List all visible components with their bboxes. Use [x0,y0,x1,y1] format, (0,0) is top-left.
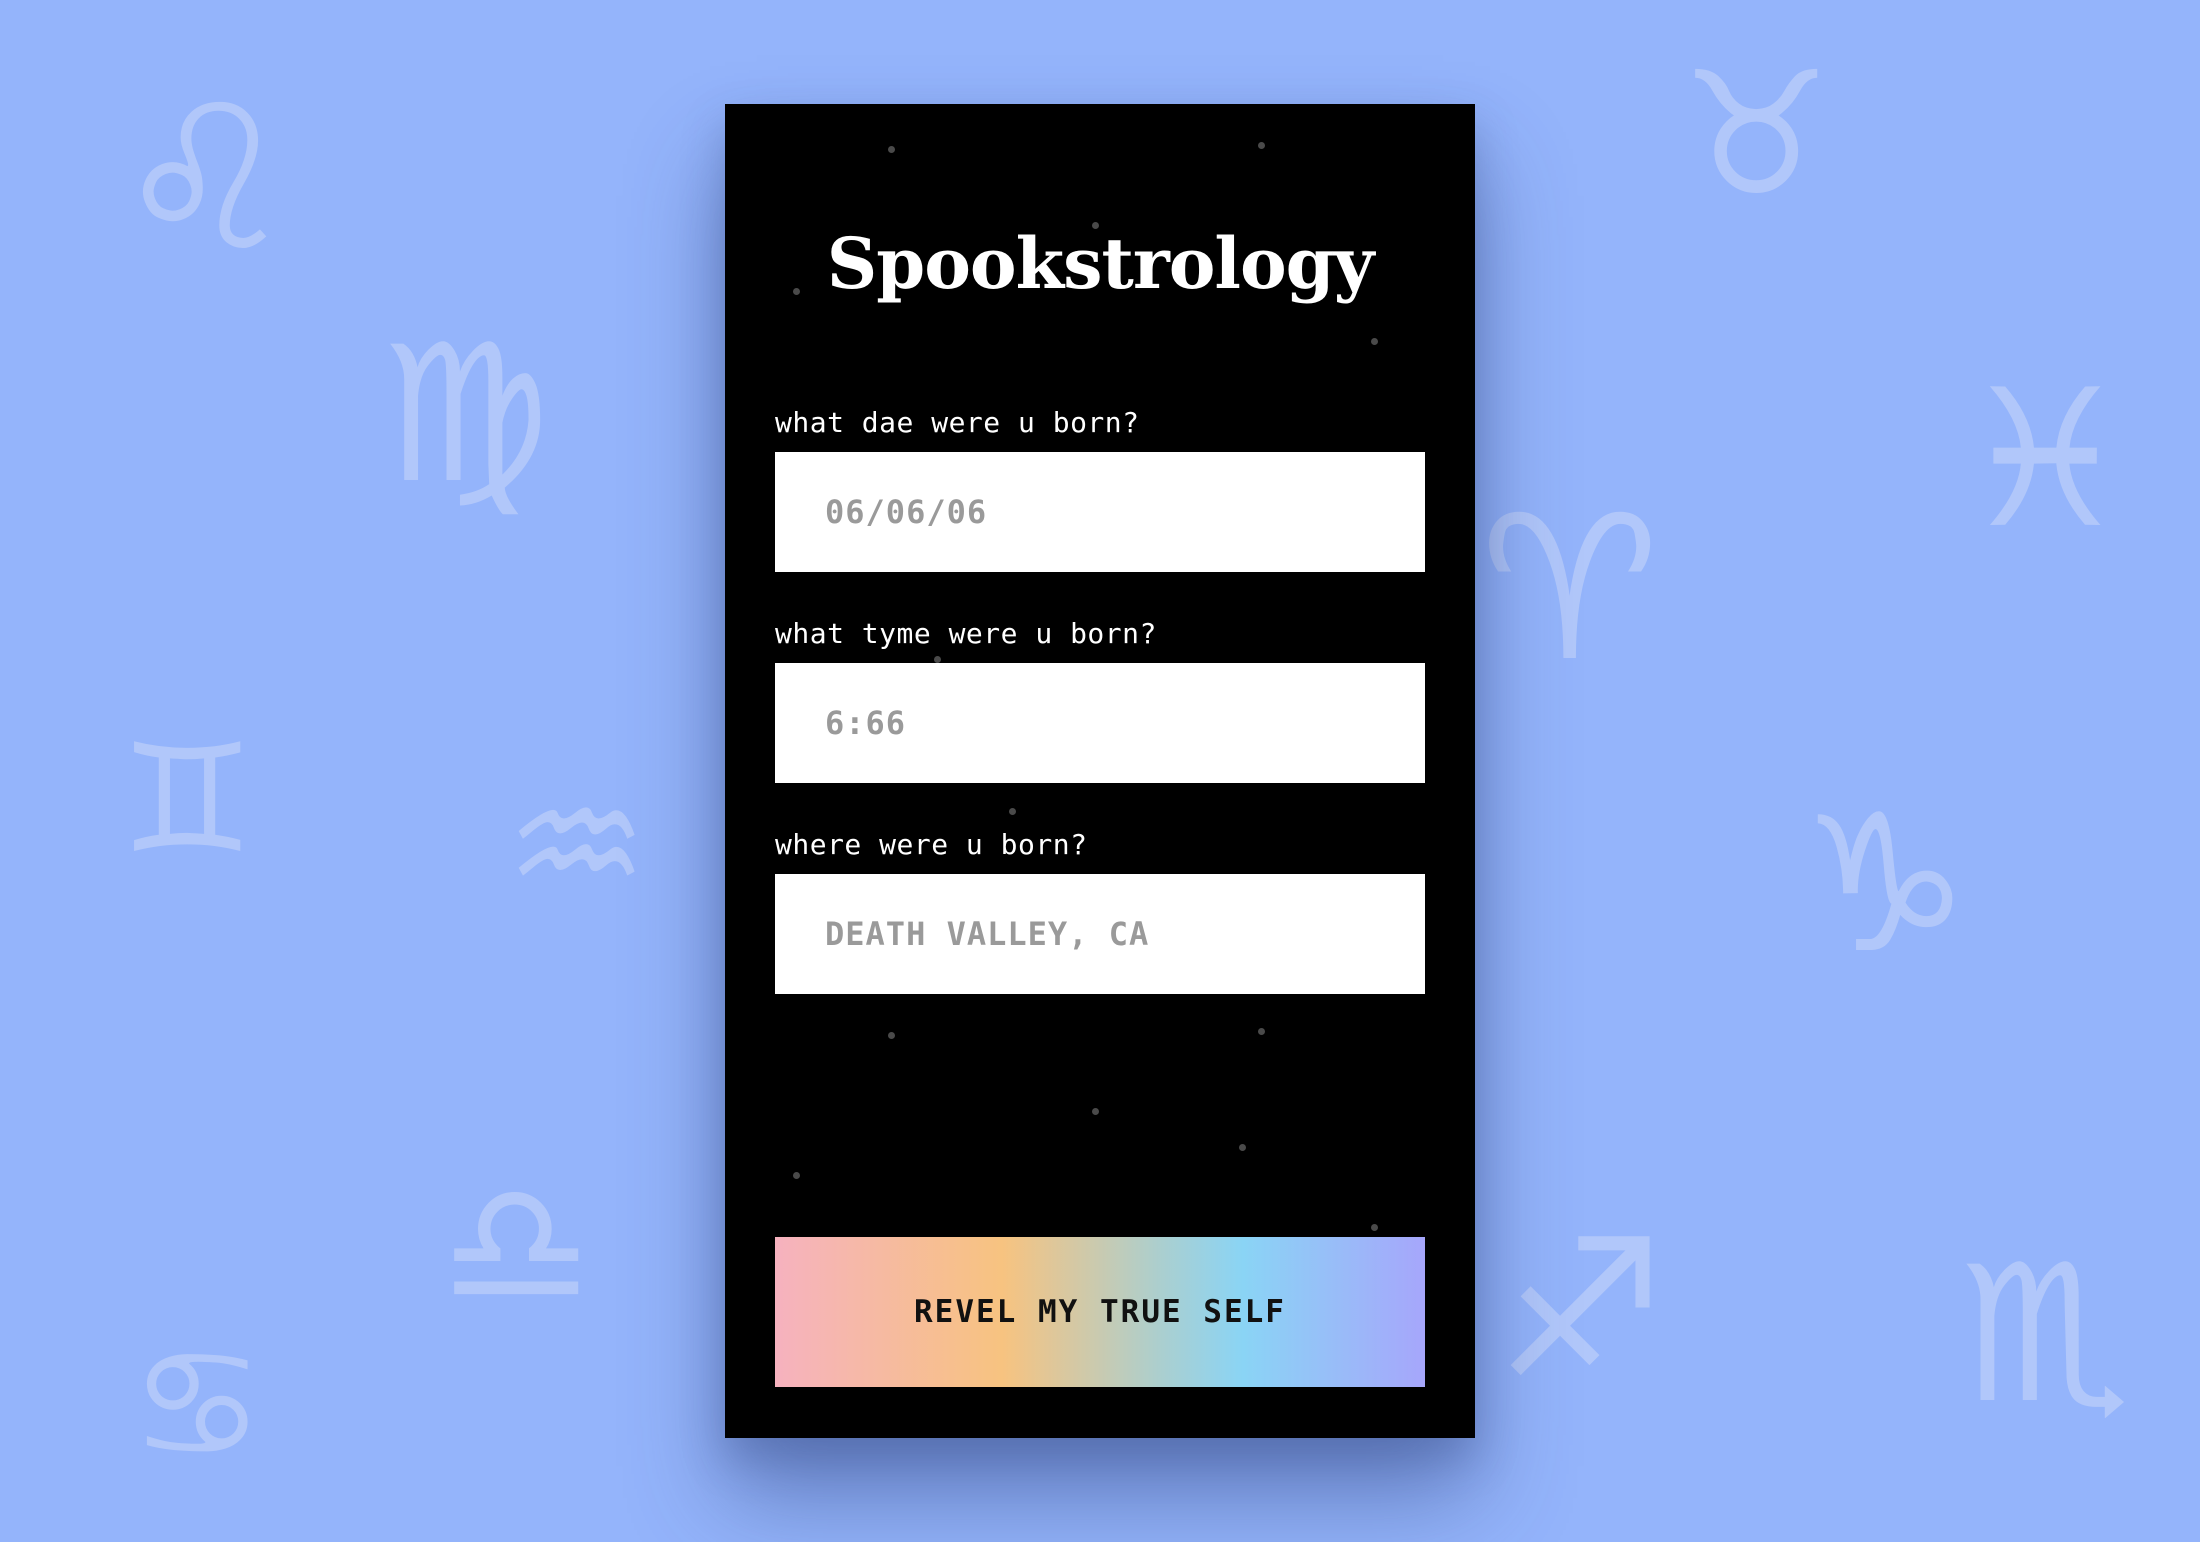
star-dot [888,146,895,153]
leo-icon: ♌ [115,63,295,296]
scorpio-icon: ♏ [1960,1224,2131,1445]
star-dot [793,1172,800,1179]
app-title: Spookstrology [826,222,1375,305]
sagittarius-icon: ♐ [1495,1199,1666,1420]
star-dot [888,1032,895,1039]
aquarius-icon: ♒ [505,751,649,938]
star-dot [1092,1108,1099,1115]
star-dot [1371,1224,1378,1231]
libra-icon: ♎ [440,1146,593,1344]
cancer-icon: ♋ [130,1318,265,1492]
birth-date-input[interactable] [775,452,1425,572]
app-card: Spookstrology what dae were u born? what… [725,104,1475,1438]
birth-place-input[interactable] [775,874,1425,994]
star-dot [1258,1028,1265,1035]
virgo-icon: ♍ [380,304,551,525]
aries-icon: ♈ [1480,473,1660,706]
star-dot [1239,1144,1246,1151]
birth-time-label: what tyme were u born? [775,617,1157,650]
gemini-icon: ♊ [120,713,255,887]
star-dot [1371,338,1378,345]
reveal-button[interactable]: REVEL MY TRUE SELF [775,1237,1425,1387]
capricorn-icon: ♑ [1800,774,1971,995]
pisces-icon: ♓ [1960,349,2131,570]
star-dot [934,656,941,663]
birth-time-input[interactable] [775,663,1425,783]
star-dot [1009,808,1016,815]
birth-date-label: what dae were u born? [775,406,1140,439]
taurus-icon: ♉ [1680,36,1833,234]
star-dot [1258,142,1265,149]
birth-place-label: where were u born? [775,828,1088,861]
